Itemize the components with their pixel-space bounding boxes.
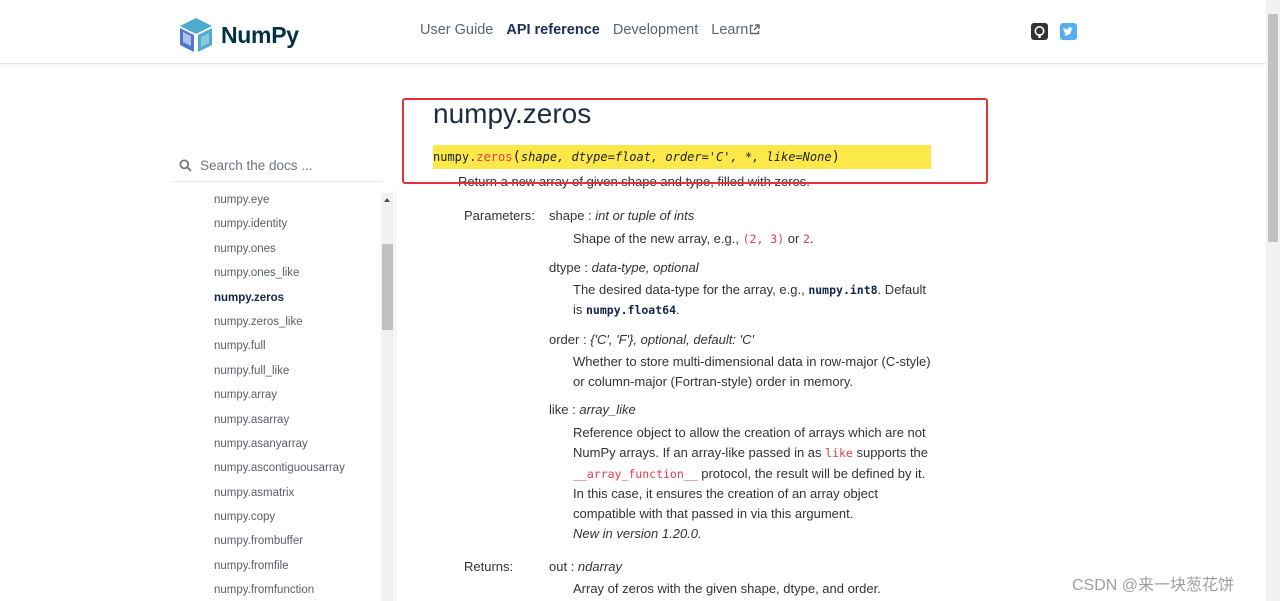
param-like-desc-text: supports the xyxy=(852,445,929,461)
param-order-type: {'C', 'F'}, optional, default: 'C' xyxy=(590,332,754,347)
param-separator: : xyxy=(568,402,580,417)
sidebar-item[interactable]: numpy.eye xyxy=(214,188,384,212)
twitter-icon[interactable] xyxy=(1060,23,1077,40)
main-nav: User Guide API reference Development Lea… xyxy=(420,22,773,38)
top-navbar: NumPy User Guide API reference Developme… xyxy=(0,0,1266,64)
param-dtype-type: data-type, optional xyxy=(591,260,699,275)
param-shape-desc-text: . xyxy=(809,231,814,246)
param-separator: : xyxy=(580,260,592,275)
param-shape: shape : int or tuple of ints xyxy=(549,208,694,223)
returns-label: Returns: xyxy=(464,559,514,574)
nav-learn[interactable]: Learn xyxy=(711,22,761,38)
numpy-logo-icon xyxy=(180,18,212,52)
param-shape-type: int or tuple of ints xyxy=(595,208,695,223)
sidebar-item[interactable]: numpy.asarray xyxy=(214,408,384,432)
sidebar-item[interactable]: numpy.ascontiguousarray xyxy=(214,456,384,480)
sidebar-item[interactable]: numpy.zeros_like xyxy=(214,310,384,334)
return-out-name: out xyxy=(549,559,568,574)
param-like-desc: Reference object to allow the creation o… xyxy=(573,423,935,545)
param-dtype-desc: The desired data-type for the array, e.g… xyxy=(573,280,935,321)
return-out-desc: Array of zeros with the given shape, dty… xyxy=(573,581,881,596)
param-shape-desc-text: Shape of the new array, e.g., xyxy=(573,231,743,246)
array-function-link[interactable]: __array_function__ xyxy=(573,467,698,481)
sidebar-nav: numpy.eye numpy.identity numpy.ones nump… xyxy=(214,188,384,601)
code-literal: 2 xyxy=(802,232,810,246)
sidebar-item[interactable]: numpy.full_like xyxy=(214,359,384,383)
annotation-highlight-box xyxy=(402,98,988,184)
nav-user-guide[interactable]: User Guide xyxy=(420,22,493,38)
watermark: CSDN @来一块葱花饼 xyxy=(1072,577,1235,594)
sidebar-item[interactable]: numpy.identity xyxy=(214,212,384,236)
param-separator: : xyxy=(567,559,578,574)
github-icon[interactable] xyxy=(1031,23,1048,40)
param-like-name: like xyxy=(549,402,569,417)
param-separator: : xyxy=(579,332,591,347)
sidebar-item[interactable]: numpy.array xyxy=(214,383,384,407)
param-like: like : array_like xyxy=(549,402,636,417)
sidebar-item[interactable]: numpy.ones_like xyxy=(214,261,384,285)
sidebar-item[interactable]: numpy.ones xyxy=(214,237,384,261)
sidebar-item[interactable]: numpy.copy xyxy=(214,505,384,529)
search-box[interactable]: Search the docs ... xyxy=(172,150,382,182)
sidebar-item[interactable]: numpy.fromfunction xyxy=(214,578,384,601)
code-literal: like xyxy=(825,446,853,461)
param-shape-desc: Shape of the new array, e.g., (2, 3) or … xyxy=(573,229,935,249)
external-link-icon xyxy=(750,24,761,35)
numpy-float64-link[interactable]: numpy.float64 xyxy=(586,303,676,317)
sidebar-item[interactable]: numpy.frombuffer xyxy=(214,529,384,553)
search-input[interactable]: Search the docs ... xyxy=(200,158,313,173)
numpy-int8-link[interactable]: numpy.int8 xyxy=(808,283,877,297)
version-note: New in version 1.20.0. xyxy=(573,526,702,542)
param-dtype-name: dtype xyxy=(549,260,581,275)
sidebar-divider xyxy=(395,190,396,601)
param-shape-name: shape xyxy=(549,208,585,223)
nav-development[interactable]: Development xyxy=(613,22,698,38)
param-dtype-desc-text: . xyxy=(676,302,680,318)
return-out: out : ndarray xyxy=(549,559,622,574)
search-icon xyxy=(179,159,192,172)
sidebar-scrollbar-thumb[interactable] xyxy=(382,244,393,330)
sidebar-item[interactable]: numpy.asmatrix xyxy=(214,481,384,505)
param-order-desc: Whether to store multi-dimensional data … xyxy=(573,354,931,390)
param-separator: : xyxy=(584,208,596,223)
param-shape-desc-text: or xyxy=(784,231,803,246)
page-scrollbar-thumb[interactable] xyxy=(1268,14,1278,242)
nav-api-reference[interactable]: API reference xyxy=(506,22,600,38)
param-dtype-desc-text: The desired data-type for the array, e.g… xyxy=(573,282,809,297)
numpy-logo[interactable]: NumPy xyxy=(177,15,299,55)
param-order: order : {'C', 'F'}, optional, default: '… xyxy=(549,332,754,347)
param-dtype: dtype : data-type, optional xyxy=(549,260,699,275)
param-order-name: order xyxy=(549,332,580,347)
scroll-up-arrow-icon[interactable] xyxy=(384,198,390,202)
sidebar-item[interactable]: numpy.full xyxy=(214,334,384,358)
return-out-type: ndarray xyxy=(577,559,622,574)
param-like-type: array_like xyxy=(579,402,636,417)
logo-text: NumPy xyxy=(221,21,299,48)
sidebar-item[interactable]: numpy.asanyarray xyxy=(214,432,384,456)
parameters-label: Parameters: xyxy=(464,208,535,223)
code-literal: (2, 3) xyxy=(742,232,785,246)
sidebar-item[interactable]: numpy.fromfile xyxy=(214,554,384,578)
nav-learn-label: Learn xyxy=(711,22,749,38)
sidebar-item-active[interactable]: numpy.zeros xyxy=(214,286,384,310)
